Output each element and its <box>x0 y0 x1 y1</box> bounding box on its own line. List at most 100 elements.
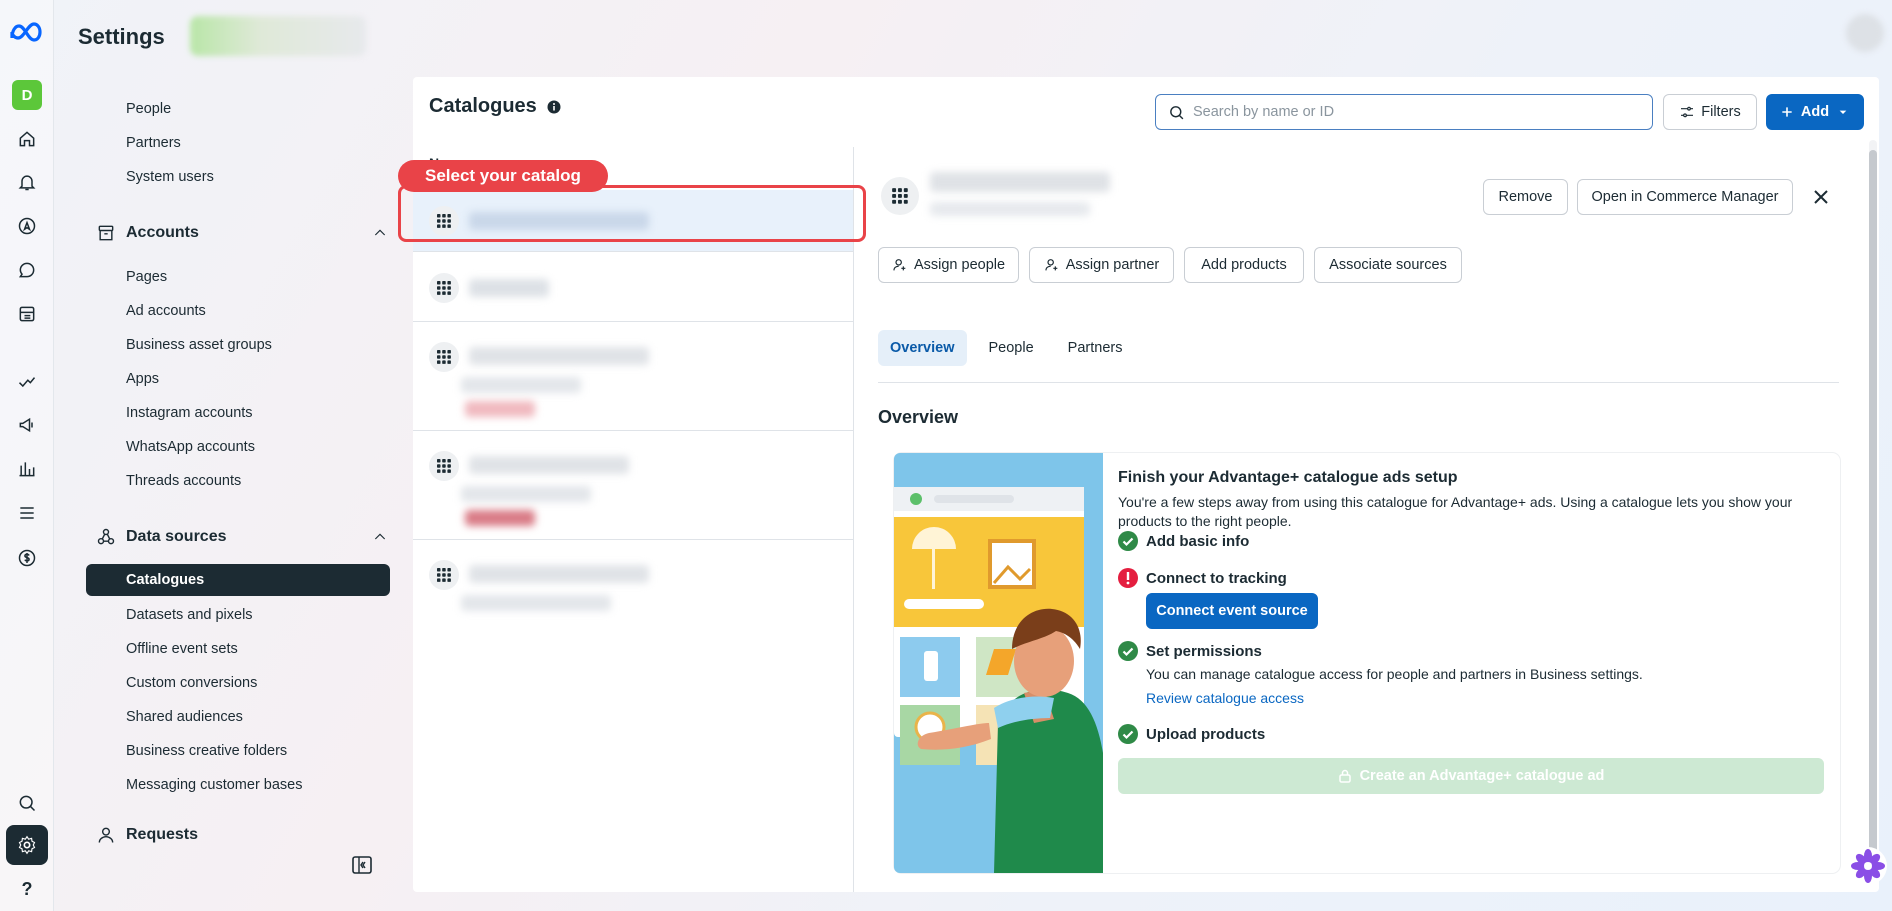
step-set-permissions: Set permissions <box>1118 641 1262 661</box>
redacted-status <box>465 510 535 526</box>
assign-people-button[interactable]: Assign people <box>878 247 1019 283</box>
sidebar-item-offline-event-sets[interactable]: Offline event sets <box>126 641 238 657</box>
step-connect-to-tracking: Connect to tracking <box>1118 568 1287 588</box>
sidebar-item-shared-audiences[interactable]: Shared audiences <box>126 709 243 725</box>
sidebar-item-custom-conversions[interactable]: Custom conversions <box>126 675 257 691</box>
step-upload-products: Upload products <box>1118 724 1265 744</box>
accounts-group-header[interactable]: Accounts <box>96 223 388 243</box>
meta-logo-icon[interactable] <box>9 20 45 46</box>
page-title: Settings <box>78 24 165 49</box>
sidebar-item-datasets-and-pixels[interactable]: Datasets and pixels <box>126 607 253 623</box>
chat-icon[interactable] <box>12 255 42 285</box>
add-button[interactable]: Add <box>1766 94 1864 130</box>
assign-partner-button[interactable]: Assign partner <box>1029 247 1174 283</box>
profile-avatar[interactable] <box>1846 14 1884 52</box>
check-circle-icon <box>1118 641 1138 661</box>
compass-icon[interactable] <box>12 211 42 241</box>
person-add-icon <box>1045 259 1058 271</box>
business-name-redacted[interactable] <box>190 16 366 56</box>
catalogue-row[interactable] <box>413 323 853 431</box>
filters-button[interactable]: Filters <box>1663 94 1757 130</box>
selected-row-highlight <box>398 185 866 242</box>
tab-overview[interactable]: Overview <box>878 330 967 366</box>
remove-button[interactable]: Remove <box>1483 179 1568 215</box>
sidebar-item-threads-accounts[interactable]: Threads accounts <box>126 473 241 489</box>
menu-icon[interactable] <box>12 498 42 528</box>
grid-icon <box>429 560 459 590</box>
redacted-catalogue-name <box>469 565 649 583</box>
setup-description: You're a few steps away from using this … <box>1118 494 1793 529</box>
megaphone-icon[interactable] <box>12 410 42 440</box>
collapse-sidebar-icon[interactable] <box>352 856 372 874</box>
grid-icon <box>429 273 459 303</box>
sliders-icon <box>1681 106 1694 118</box>
lock-icon <box>1338 769 1351 783</box>
close-icon[interactable] <box>1813 189 1829 205</box>
help-icon[interactable]: ? <box>14 876 40 902</box>
catalogue-row[interactable] <box>413 432 853 540</box>
sidebar-item-system-users[interactable]: System users <box>126 169 214 185</box>
sidebar-item-ad-accounts[interactable]: Ad accounts <box>126 303 206 319</box>
search-input[interactable] <box>1193 104 1633 120</box>
data-sources-group-header[interactable]: Data sources <box>96 527 388 547</box>
sidebar-item-messaging-customer-bases[interactable]: Messaging customer bases <box>126 777 303 793</box>
person-icon <box>98 827 114 843</box>
detail-scrollbar[interactable] <box>1869 140 1877 880</box>
sidebar-item-business-creative-folders[interactable]: Business creative folders <box>126 743 287 759</box>
bell-icon[interactable] <box>12 167 42 197</box>
assistant-flower-icon[interactable] <box>1848 846 1888 886</box>
create-advantage-catalogue-ad-button[interactable]: Create an Advantage+ catalogue ad <box>1118 758 1824 794</box>
grid-icon <box>429 451 459 481</box>
catalogue-row[interactable] <box>413 253 853 322</box>
setup-text: Finish your Advantage+ catalogue ads set… <box>1118 469 1838 531</box>
redacted-catalogue-title <box>930 172 1110 192</box>
search-icon <box>1170 105 1184 119</box>
redacted-catalogue-name <box>469 347 649 365</box>
redacted-catalogue-id <box>461 595 611 611</box>
sidebar-item-people[interactable]: People <box>126 101 171 117</box>
redacted-catalogue-name <box>469 456 629 474</box>
catalogue-row[interactable] <box>413 541 853 621</box>
redacted-catalogue-id <box>461 486 591 502</box>
sidebar-item-whatsapp-accounts[interactable]: WhatsApp accounts <box>126 439 255 455</box>
requests-group-header[interactable]: Requests <box>96 825 388 845</box>
error-circle-icon <box>1118 568 1138 588</box>
detail-tabs: Overview People Partners <box>878 330 1134 366</box>
review-catalogue-access-link[interactable]: Review catalogue access <box>1146 690 1304 706</box>
redacted-status <box>465 401 535 417</box>
sidebar-item-instagram-accounts[interactable]: Instagram accounts <box>126 405 253 421</box>
business-avatar[interactable]: D <box>12 80 42 110</box>
sidebar-item-business-asset-groups[interactable]: Business asset groups <box>126 337 272 353</box>
check-circle-icon <box>1118 531 1138 551</box>
tab-people[interactable]: People <box>977 330 1046 366</box>
settings-sidebar: People Partners System users Accounts Pa… <box>78 90 398 850</box>
data-sources-icon <box>97 528 115 545</box>
home-icon[interactable] <box>12 124 42 154</box>
permissions-description: You can manage catalogue access for peop… <box>1146 666 1643 682</box>
content-icon[interactable] <box>12 299 42 329</box>
check-circle-icon <box>1118 724 1138 744</box>
settings-gear-icon[interactable] <box>6 825 48 865</box>
person-add-icon <box>893 259 906 271</box>
associate-sources-button[interactable]: Associate sources <box>1314 247 1462 283</box>
overview-title: Overview <box>878 407 959 427</box>
grid-icon <box>429 342 459 372</box>
events-icon[interactable] <box>12 366 42 396</box>
info-icon[interactable] <box>547 100 561 114</box>
redacted-catalogue-name <box>469 279 549 297</box>
tab-partners[interactable]: Partners <box>1056 330 1135 366</box>
search-icon[interactable] <box>12 788 42 818</box>
sidebar-item-partners[interactable]: Partners <box>126 135 181 151</box>
connect-event-source-button[interactable]: Connect event source <box>1146 593 1318 629</box>
add-products-button[interactable]: Add products <box>1184 247 1304 283</box>
chevron-up-icon <box>374 533 386 540</box>
search-box[interactable] <box>1155 94 1653 130</box>
sidebar-item-apps[interactable]: Apps <box>126 371 159 387</box>
open-in-commerce-manager-button[interactable]: Open in Commerce Manager <box>1577 179 1793 215</box>
insights-icon[interactable] <box>12 454 42 484</box>
sidebar-item-pages[interactable]: Pages <box>126 269 167 285</box>
billing-icon[interactable] <box>12 543 42 573</box>
scrollbar-thumb[interactable] <box>1869 150 1877 855</box>
accounts-box-icon <box>98 225 114 241</box>
plus-icon <box>1782 107 1792 117</box>
